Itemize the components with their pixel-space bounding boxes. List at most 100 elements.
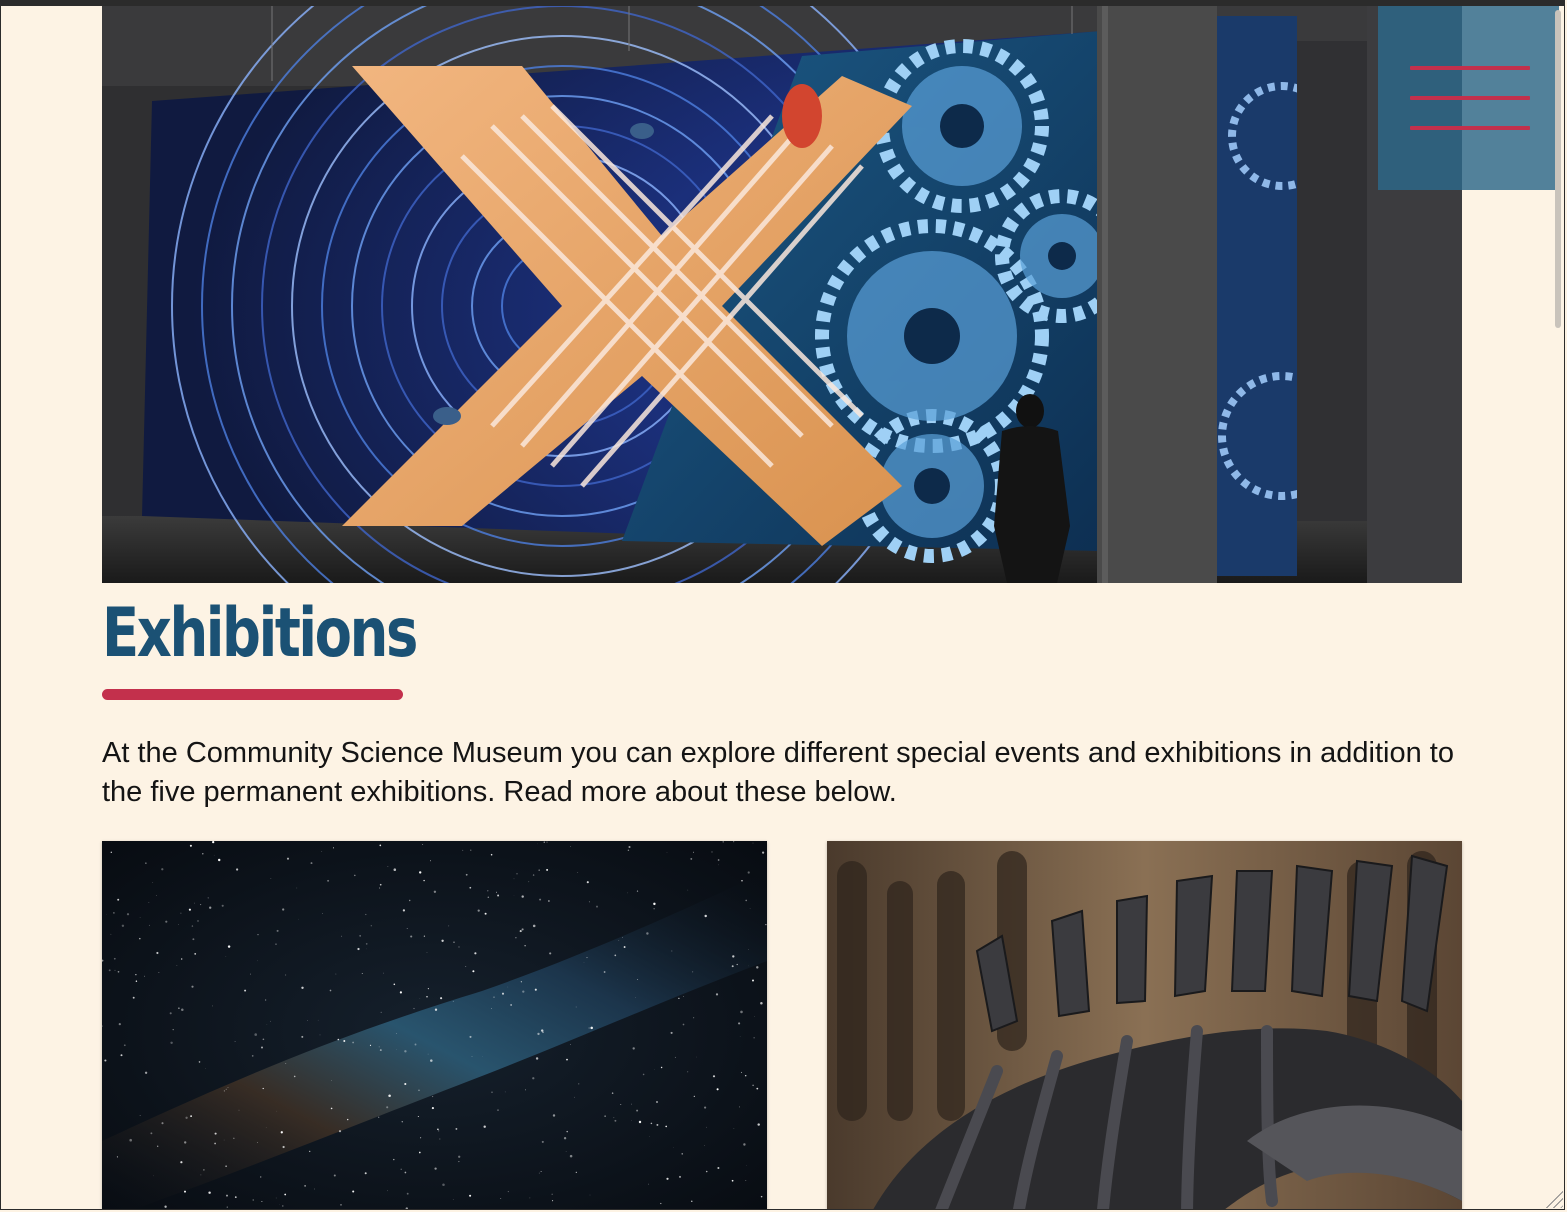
scrollbar-thumb[interactable] bbox=[1555, 10, 1561, 328]
star bbox=[630, 1103, 632, 1105]
star bbox=[577, 872, 579, 873]
star bbox=[745, 899, 748, 902]
star bbox=[132, 996, 135, 999]
star bbox=[282, 1205, 284, 1207]
star bbox=[632, 1047, 635, 1050]
star bbox=[683, 996, 684, 998]
star bbox=[705, 1170, 708, 1173]
star bbox=[717, 1166, 720, 1170]
star bbox=[139, 937, 141, 940]
star bbox=[226, 1194, 228, 1197]
star bbox=[396, 1033, 397, 1034]
star bbox=[286, 857, 290, 860]
star bbox=[532, 924, 536, 928]
star bbox=[152, 882, 154, 883]
star bbox=[322, 913, 323, 915]
star bbox=[756, 966, 759, 969]
star bbox=[359, 935, 361, 937]
star bbox=[455, 1127, 458, 1130]
star bbox=[319, 1034, 321, 1036]
star bbox=[704, 1106, 707, 1109]
star bbox=[743, 1143, 746, 1146]
star bbox=[129, 1138, 132, 1142]
hamburger-menu-button[interactable] bbox=[1378, 6, 1559, 190]
exhibition-card-dinosaur[interactable] bbox=[827, 841, 1462, 1209]
star bbox=[546, 868, 549, 871]
star bbox=[194, 902, 196, 904]
star bbox=[422, 844, 424, 845]
star bbox=[144, 1071, 148, 1074]
star bbox=[462, 849, 464, 851]
star bbox=[406, 927, 408, 929]
star bbox=[521, 928, 524, 931]
star bbox=[537, 1032, 540, 1036]
star bbox=[208, 1191, 211, 1194]
star bbox=[570, 1044, 571, 1046]
star bbox=[513, 878, 515, 880]
star bbox=[404, 1082, 407, 1086]
star bbox=[383, 972, 384, 974]
star bbox=[575, 1006, 577, 1008]
star bbox=[752, 842, 754, 844]
star bbox=[490, 853, 493, 856]
star bbox=[333, 1174, 336, 1177]
star bbox=[687, 889, 689, 891]
star bbox=[123, 1044, 126, 1047]
star bbox=[180, 912, 182, 914]
star bbox=[338, 1130, 342, 1133]
star bbox=[588, 901, 590, 903]
star bbox=[563, 1137, 567, 1140]
star bbox=[249, 973, 251, 975]
star bbox=[217, 858, 221, 862]
star bbox=[749, 908, 751, 909]
star bbox=[566, 1130, 568, 1133]
star bbox=[400, 1168, 402, 1170]
star bbox=[113, 957, 116, 960]
star bbox=[379, 1049, 382, 1052]
star bbox=[361, 972, 363, 975]
star bbox=[596, 905, 598, 908]
star bbox=[491, 1008, 492, 1009]
exhibition-card-space[interactable] bbox=[102, 841, 767, 1209]
star bbox=[637, 979, 639, 980]
star bbox=[402, 909, 406, 912]
star bbox=[586, 957, 588, 959]
star bbox=[164, 1205, 167, 1208]
star bbox=[214, 1132, 217, 1135]
star bbox=[520, 981, 522, 983]
star bbox=[393, 983, 396, 986]
star bbox=[635, 997, 636, 998]
star bbox=[611, 1092, 614, 1094]
star bbox=[524, 945, 526, 947]
star bbox=[696, 1056, 697, 1058]
star bbox=[200, 904, 202, 906]
star bbox=[747, 871, 750, 874]
star bbox=[426, 996, 428, 998]
star bbox=[213, 854, 215, 856]
star bbox=[226, 1206, 228, 1208]
star bbox=[614, 1119, 617, 1122]
star bbox=[529, 1197, 531, 1199]
star bbox=[432, 1096, 434, 1098]
star bbox=[552, 1200, 554, 1202]
star bbox=[280, 1131, 283, 1134]
star bbox=[165, 920, 168, 923]
star bbox=[539, 898, 542, 901]
vertical-scrollbar[interactable] bbox=[1554, 10, 1562, 1209]
star bbox=[227, 1087, 229, 1088]
star bbox=[706, 1126, 707, 1128]
star bbox=[744, 1074, 747, 1077]
star bbox=[660, 1202, 662, 1205]
star bbox=[144, 975, 146, 977]
star bbox=[649, 1136, 650, 1137]
star bbox=[748, 965, 749, 967]
star bbox=[469, 886, 472, 889]
star bbox=[501, 992, 505, 995]
star bbox=[161, 1122, 164, 1125]
star bbox=[202, 853, 204, 855]
resize-grip-icon[interactable] bbox=[1541, 1186, 1563, 1208]
star bbox=[114, 969, 116, 971]
star bbox=[528, 881, 530, 883]
star bbox=[207, 897, 209, 899]
star bbox=[121, 924, 125, 927]
